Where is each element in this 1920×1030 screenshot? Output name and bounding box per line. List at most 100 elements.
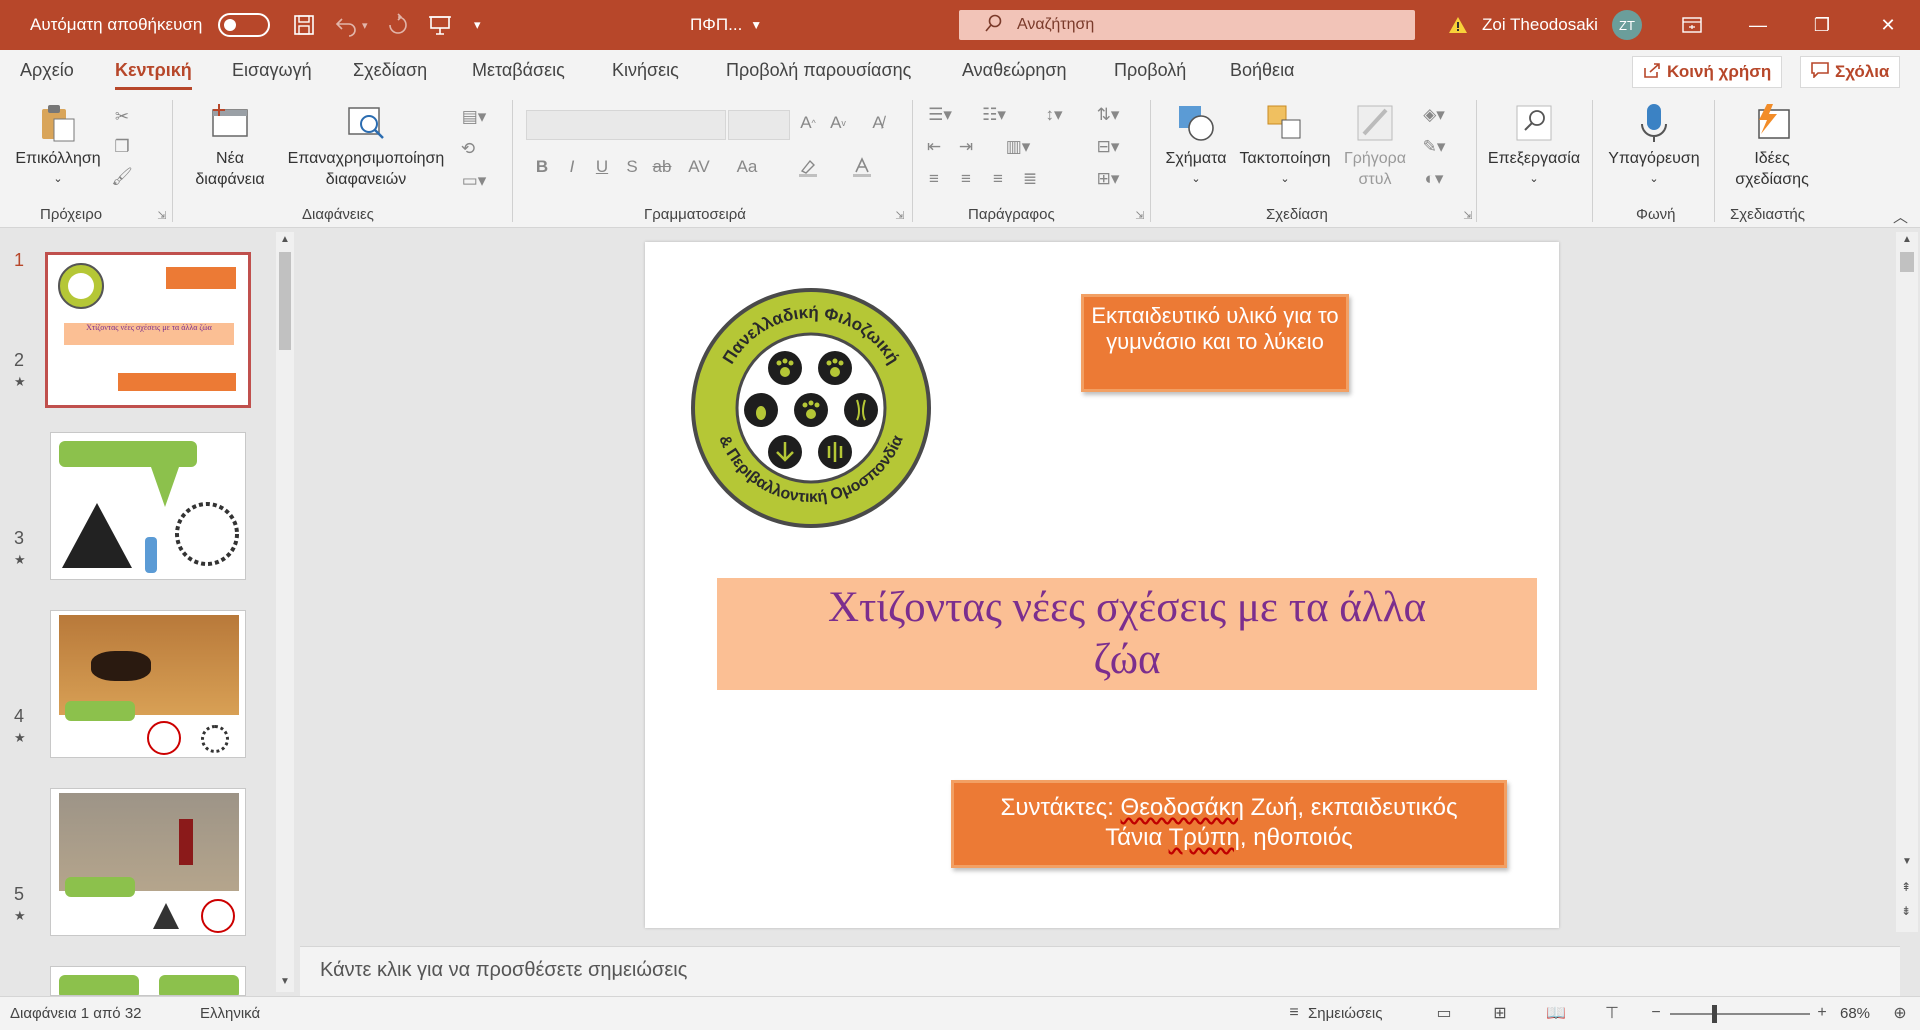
slide-thumbnail-5[interactable] [50,966,246,996]
font-family-select[interactable] [526,110,726,140]
zoom-level[interactable]: 68% [1840,1005,1870,1022]
share-button[interactable]: Κοινή χρήση [1632,56,1783,88]
align-right-icon[interactable]: ≡ [986,168,1010,190]
close-icon[interactable]: ✕ [1856,0,1920,50]
font-color-icon[interactable] [850,156,874,178]
tab-insert[interactable]: Εισαγωγή [232,60,312,81]
user-avatar[interactable]: ZT [1612,0,1642,50]
collapse-ribbon-icon[interactable]: ︿ [1893,206,1908,227]
underline-button[interactable]: U [590,156,614,178]
notes-icon[interactable]: ≡ [1282,1003,1306,1023]
shape-outline-icon[interactable]: ✎▾ [1416,136,1452,158]
slide-thumbnail-1[interactable]: Χτίζοντας νέες σχέσεις με τα άλλα ζώα [45,252,251,408]
quick-styles-button[interactable]: Γρήγορα στυλ [1338,102,1412,190]
section-icon[interactable]: ▭▾ [456,170,492,192]
search-input[interactable]: Αναζήτηση [959,10,1415,40]
language-indicator[interactable]: Ελληνικά [200,1005,260,1022]
slide-thumbnail-2[interactable] [50,432,246,580]
layout-icon[interactable]: ▤▾ [456,106,492,128]
scroll-up-icon[interactable]: ▲ [1902,234,1912,245]
tab-view[interactable]: Προβολή [1114,60,1186,81]
user-name[interactable]: Zoi Theodosaki [1482,0,1598,50]
restore-icon[interactable]: ❐ [1790,0,1854,50]
shape-fill-icon[interactable]: ◈▾ [1416,104,1452,126]
justify-icon[interactable]: ≣ [1018,168,1042,190]
scroll-down-icon[interactable]: ▼ [280,976,290,987]
change-case-button[interactable]: Aa [732,156,762,178]
tab-animations[interactable]: Κινήσεις [612,60,679,81]
authors-box[interactable]: Συντάκτες: Θεοδοσάκη Ζωή, εκπαιδευτικός … [951,780,1507,868]
undo-icon[interactable] [334,0,358,50]
tab-slideshow[interactable]: Προβολή παρουσίασης [726,60,911,81]
slideshow-view-icon[interactable]: ⊤ [1600,1003,1624,1023]
autosave-toggle[interactable] [218,0,270,50]
new-slide-button[interactable]: Νέα διαφάνεια [180,102,280,190]
start-slideshow-icon[interactable] [428,0,452,50]
fit-to-window-icon[interactable]: ⊕ [1888,1003,1912,1023]
scroll-up-icon[interactable]: ▲ [280,234,290,245]
reset-icon[interactable]: ⟲ [456,138,480,160]
subtitle-box[interactable]: Εκπαιδευτικό υλικό για το γυμνάσιο και τ… [1081,294,1349,392]
zoom-in-icon[interactable]: + [1810,1003,1834,1023]
undo-dropdown-icon[interactable]: ▾ [362,0,368,50]
shadow-button[interactable]: S [620,156,644,178]
bullets-icon[interactable]: ☰▾ [922,104,958,126]
scroll-down-icon[interactable]: ▼ [1902,856,1912,867]
text-direction-icon[interactable]: ⇅▾ [1090,104,1126,126]
arrange-button[interactable]: Τακτοποίηση ⌄ [1232,102,1338,190]
character-spacing-button[interactable]: AV [684,156,714,178]
dictate-button[interactable]: Υπαγόρευση ⌄ [1600,102,1708,190]
shape-effects-icon[interactable]: ◐▾ [1416,168,1452,190]
editing-button[interactable]: Επεξεργασία ⌄ [1484,102,1584,190]
decrease-indent-icon[interactable]: ⇤ [922,136,946,158]
paste-button[interactable]: Επικόλληση ⌄ [10,102,106,190]
filename[interactable]: ΠΦΠ... ▼ [690,0,762,50]
decrease-font-size-icon[interactable]: Av [826,112,850,134]
design-ideas-button[interactable]: Ιδέες σχεδίασης [1722,102,1822,190]
editor-scrollbar[interactable]: ▲ ▼ ⇞ ⇟ [1896,232,1918,932]
tab-design[interactable]: Σχεδίαση [353,60,427,81]
minimize-icon[interactable]: — [1726,0,1790,50]
align-text-icon[interactable]: ⊟▾ [1090,136,1126,158]
scrollbar-thumb[interactable] [1900,252,1914,272]
line-spacing-icon[interactable]: ↕▾ [1036,104,1072,126]
normal-view-icon[interactable]: ▭ [1432,1003,1456,1023]
tab-file[interactable]: Αρχείο [20,60,74,81]
dialog-launcher-icon[interactable]: ⇲ [150,204,174,226]
tab-transitions[interactable]: Μεταβάσεις [472,60,565,81]
numbering-icon[interactable]: ☷▾ [976,104,1012,126]
thumbnails-scrollbar[interactable]: ▲ ▼ [276,232,294,992]
italic-button[interactable]: I [560,156,584,178]
slide-thumbnail-3[interactable] [50,610,246,758]
reuse-slides-button[interactable]: Επαναχρησιμοποίηση διαφανειών [282,102,450,190]
customize-qat-icon[interactable]: ▾ [474,0,481,50]
slide-thumbnail-4[interactable] [50,788,246,936]
warning-icon[interactable] [1448,0,1468,50]
format-painter-icon[interactable]: 🖌 [110,166,134,188]
font-size-select[interactable] [728,110,790,140]
tab-home[interactable]: Κεντρική [115,60,192,90]
next-slide-icon[interactable]: ⇟ [1901,904,1911,918]
copy-icon[interactable]: ❐ [110,136,134,158]
tab-review[interactable]: Αναθεώρηση [962,60,1067,81]
notes-toggle[interactable]: Σημειώσεις [1308,1005,1383,1022]
save-icon[interactable] [292,0,316,50]
shapes-button[interactable]: Σχήματα ⌄ [1160,102,1232,190]
increase-font-size-icon[interactable]: A ^ [796,112,820,134]
zoom-slider[interactable] [1670,1013,1810,1015]
zoom-slider-thumb[interactable] [1712,1005,1717,1023]
reading-view-icon[interactable]: 📖 [1544,1003,1568,1023]
strikethrough-button[interactable]: ab [650,156,674,178]
columns-icon[interactable]: ▥▾ [1000,136,1036,158]
previous-slide-icon[interactable]: ⇞ [1901,880,1911,894]
clear-formatting-icon[interactable]: A̸ [866,112,890,134]
dialog-launcher-icon[interactable]: ⇲ [888,204,912,226]
comments-button[interactable]: Σχόλια [1800,56,1901,88]
slide-title[interactable]: Χτίζοντας νέες σχέσεις με τα άλλα ζώα [717,578,1537,690]
smartart-icon[interactable]: ⊞▾ [1090,168,1126,190]
slide-sorter-icon[interactable]: ⊞ [1488,1003,1512,1023]
current-slide[interactable]: Πανελλαδική Φιλοζωική & Περιβαλλοντική Ο… [645,242,1559,928]
zoom-out-icon[interactable]: − [1644,1003,1668,1023]
ribbon-display-options-icon[interactable] [1660,0,1724,50]
align-center-icon[interactable]: ≡ [954,168,978,190]
